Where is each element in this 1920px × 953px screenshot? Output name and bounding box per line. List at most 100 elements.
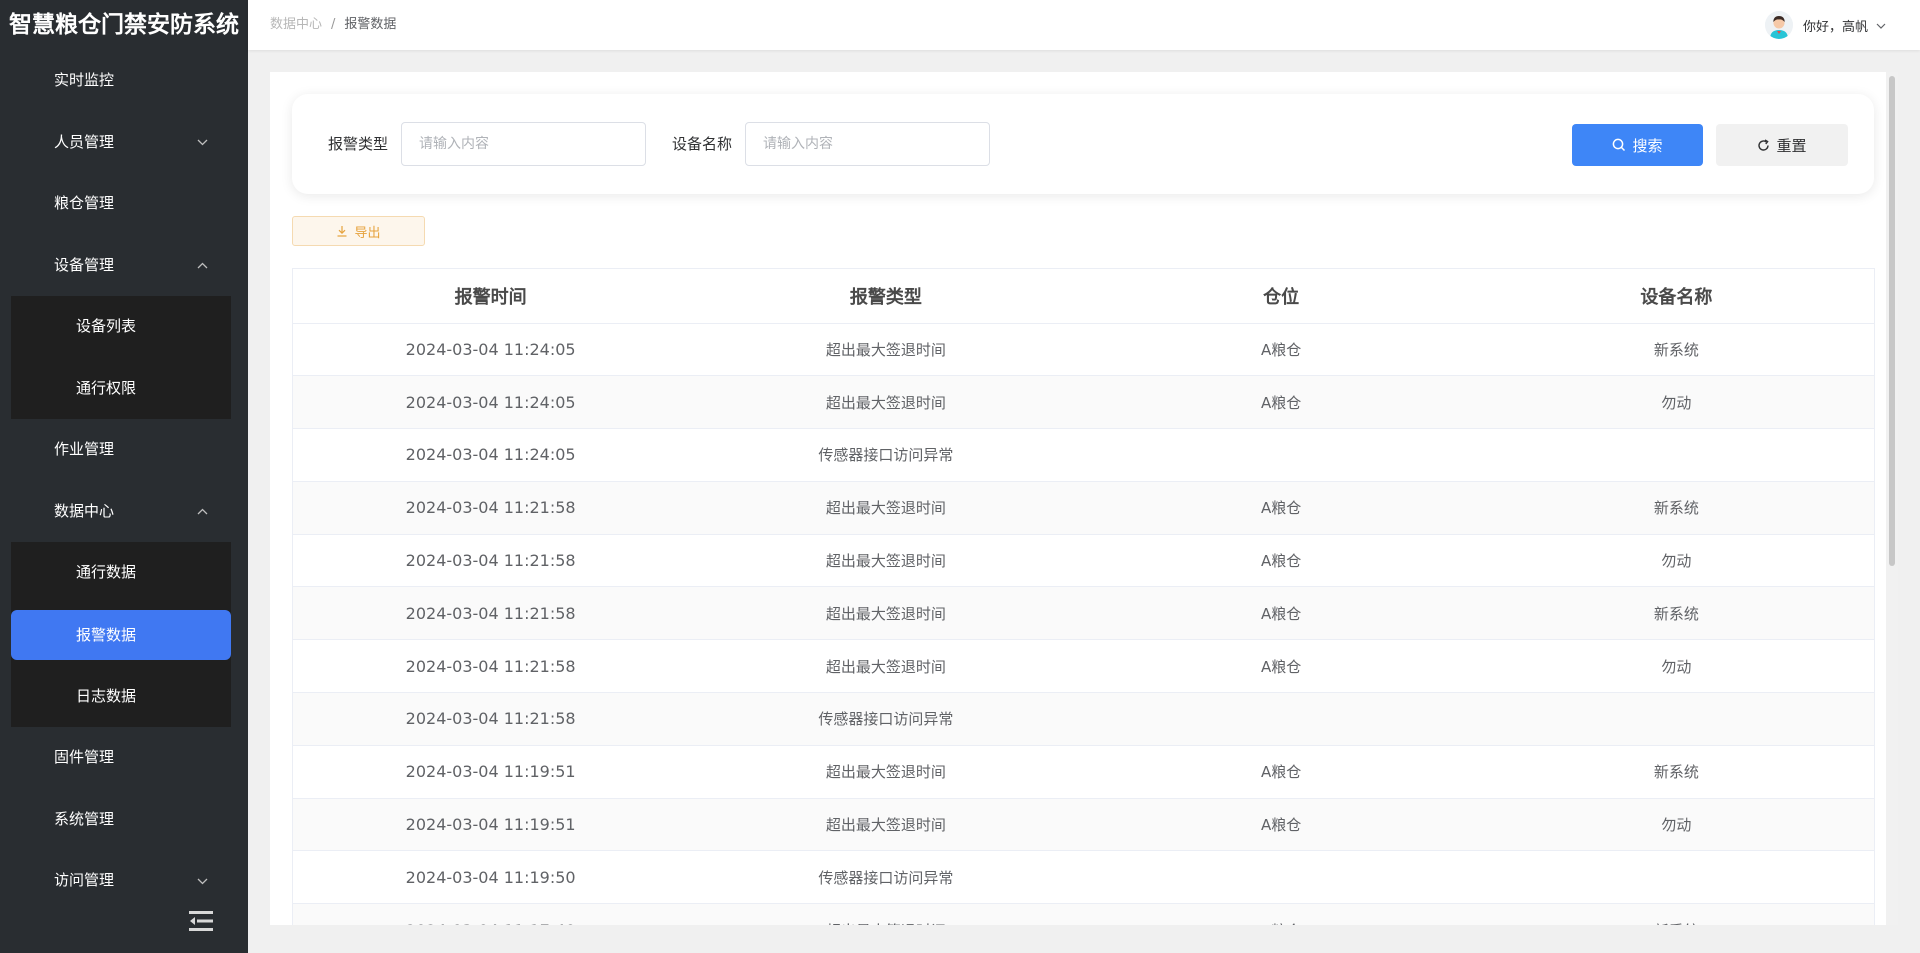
column-header-alarm-time: 报警时间 (293, 269, 689, 324)
cell-bin: A粮仓 (1083, 798, 1479, 852)
table-row[interactable]: 2024-03-04 11:21:58 传感器接口访问异常 (293, 692, 1874, 746)
cell-alarm-time: 2024-03-04 11:19:50 (293, 850, 689, 905)
sidebar-item-data-center[interactable]: 数据中心 (0, 481, 248, 543)
alarm-table: 报警时间 报警类型 仓位 设备名称 2024-03-04 11:24:05 超出… (292, 268, 1875, 925)
device-name-label: 设备名称 (672, 135, 733, 153)
alarm-type-label: 报警类型 (328, 135, 389, 153)
cell-bin: A粮仓 (1083, 375, 1479, 430)
sidebar-item-alarm-data[interactable]: 报警数据 (11, 609, 231, 660)
sidebar-item-label: 数据中心 (54, 501, 115, 520)
sidebar-item-device-management[interactable]: 设备管理 (0, 235, 248, 297)
sidebar-item-personnel[interactable]: 人员管理 (0, 112, 248, 174)
cell-alarm-time: 2024-03-04 11:17:40 (293, 903, 689, 925)
sidebar-item-realtime-monitor[interactable]: 实时监控 (0, 50, 248, 112)
cell-bin: A粮仓 (1083, 586, 1479, 641)
sidebar-item-label: 通行权限 (76, 378, 137, 397)
sidebar-item-access-permission[interactable]: 通行权限 (0, 358, 231, 420)
sidebar-item-firmware[interactable]: 固件管理 (0, 727, 248, 789)
table-row[interactable]: 2024-03-04 11:19:51 超出最大签退时间 A粮仓 勿动 (293, 798, 1874, 852)
cell-alarm-time: 2024-03-04 11:21:58 (293, 481, 689, 535)
sidebar-item-label: 固件管理 (54, 748, 115, 766)
user-menu[interactable]: 你好，高帆 (1764, 0, 1886, 50)
sidebar-item-label: 报警数据 (76, 625, 137, 644)
table-row[interactable]: 2024-03-04 11:21:58 超出最大签退时间 A粮仓 新系统 (293, 586, 1874, 641)
cell-bin (1083, 428, 1479, 482)
table-row[interactable]: 2024-03-04 11:24:05 传感器接口访问异常 (293, 428, 1874, 482)
alarm-type-input[interactable] (401, 122, 646, 166)
download-icon (337, 226, 347, 237)
cell-bin: A粮仓 (1083, 745, 1479, 799)
submenu-device: 设备列表 通行权限 (11, 296, 231, 419)
cell-alarm-type: 传感器接口访问异常 (688, 428, 1084, 482)
cell-bin: A粮仓 (1083, 639, 1479, 694)
device-name-input[interactable] (745, 122, 990, 166)
breadcrumb-item[interactable]: 数据中心 (270, 17, 322, 32)
table-header-row: 报警时间 报警类型 仓位 设备名称 (293, 269, 1874, 324)
sidebar-item-label: 设备列表 (76, 317, 137, 335)
sidebar-item-label: 访问管理 (54, 871, 115, 889)
table-row[interactable]: 2024-03-04 11:17:40 超出最大签退时间 A粮仓 新系统 (293, 903, 1874, 925)
search-button[interactable]: 搜索 (1572, 124, 1703, 166)
cell-device-name: 勿动 (1478, 798, 1874, 852)
cell-alarm-time: 2024-03-04 11:21:58 (293, 534, 689, 588)
cell-alarm-type: 超出最大签退时间 (688, 798, 1084, 852)
cell-alarm-type: 超出最大签退时间 (688, 586, 1084, 641)
sidebar-item-device-list[interactable]: 设备列表 (0, 296, 231, 358)
cell-bin: A粮仓 (1083, 481, 1479, 535)
cell-alarm-type: 超出最大签退时间 (688, 639, 1084, 694)
search-icon (1613, 138, 1626, 152)
chevron-down-icon (197, 112, 208, 174)
sidebar-item-granary[interactable]: 粮仓管理 (0, 173, 248, 235)
cell-alarm-type: 传感器接口访问异常 (688, 850, 1084, 905)
table-row[interactable]: 2024-03-04 11:19:51 超出最大签退时间 A粮仓 新系统 (293, 745, 1874, 799)
cell-bin (1083, 692, 1479, 746)
cell-device-name (1478, 428, 1874, 482)
cell-alarm-type: 超出最大签退时间 (688, 323, 1084, 377)
table-row[interactable]: 2024-03-04 11:21:58 超出最大签退时间 A粮仓 勿动 (293, 639, 1874, 694)
table-row[interactable]: 2024-03-04 11:19:50 传感器接口访问异常 (293, 850, 1874, 905)
sidebar-item-label: 日志数据 (76, 686, 137, 705)
submenu-data-center: 通行数据 报警数据 日志数据 (11, 542, 231, 727)
table-row[interactable]: 2024-03-04 11:21:58 超出最大签退时间 A粮仓 新系统 (293, 481, 1874, 535)
table-row[interactable]: 2024-03-04 11:24:05 超出最大签退时间 A粮仓 新系统 (293, 323, 1874, 377)
column-header-bin: 仓位 (1083, 269, 1479, 324)
cell-device-name (1478, 692, 1874, 746)
export-button[interactable]: 导出 (292, 216, 425, 246)
breadcrumb: 数据中心 / 报警数据 (270, 0, 396, 50)
chevron-down-icon (197, 850, 208, 912)
cell-device-name: 勿动 (1478, 534, 1874, 588)
cell-alarm-time: 2024-03-04 11:21:58 (293, 586, 689, 641)
cell-alarm-type: 超出最大签退时间 (688, 534, 1084, 588)
sidebar-item-label: 粮仓管理 (54, 194, 115, 212)
cell-bin: A粮仓 (1083, 903, 1479, 925)
sidebar-item-label: 实时监控 (54, 71, 115, 89)
sidebar-item-label: 通行数据 (76, 563, 137, 581)
cell-alarm-type: 超出最大签退时间 (688, 481, 1084, 535)
column-header-device-name: 设备名称 (1478, 269, 1874, 324)
sidebar-item-access-data[interactable]: 通行数据 (0, 542, 231, 604)
search-button-label: 搜索 (1632, 136, 1663, 155)
breadcrumb-item-current: 报警数据 (344, 17, 397, 32)
chevron-up-icon (197, 235, 208, 297)
chevron-down-icon (1876, 18, 1886, 33)
cell-alarm-type: 超出最大签退时间 (688, 745, 1084, 799)
cell-alarm-time: 2024-03-04 11:19:51 (293, 745, 689, 799)
cell-bin: A粮仓 (1083, 534, 1479, 588)
cell-device-name: 新系统 (1478, 903, 1874, 925)
sidebar-item-log-data[interactable]: 日志数据 (0, 666, 231, 728)
cell-device-name: 新系统 (1478, 481, 1874, 535)
sidebar-item-system[interactable]: 系统管理 (0, 789, 248, 851)
scrollbar-thumb[interactable] (1889, 76, 1895, 566)
vertical-scrollbar[interactable] (1886, 72, 1898, 925)
menu-collapse-icon[interactable] (187, 908, 215, 934)
reset-button[interactable]: 重置 (1716, 124, 1848, 166)
export-button-label: 导出 (354, 225, 381, 241)
table-row[interactable]: 2024-03-04 11:21:58 超出最大签退时间 A粮仓 勿动 (293, 534, 1874, 588)
reset-button-label: 重置 (1776, 136, 1807, 155)
column-header-alarm-type: 报警类型 (688, 269, 1084, 324)
table-row[interactable]: 2024-03-04 11:24:05 超出最大签退时间 A粮仓 勿动 (293, 375, 1874, 430)
sidebar-item-operation[interactable]: 作业管理 (0, 419, 248, 481)
cell-device-name: 新系统 (1478, 745, 1874, 799)
cell-device-name: 新系统 (1478, 586, 1874, 641)
sidebar-item-access-management[interactable]: 访问管理 (0, 850, 248, 912)
